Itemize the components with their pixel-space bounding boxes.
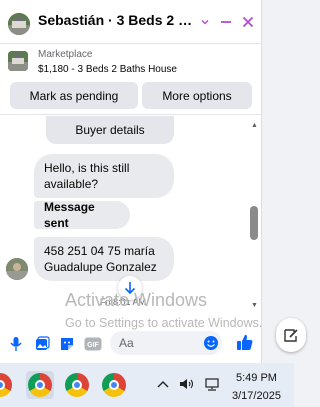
listing-thumbnail (8, 51, 28, 71)
minimize-icon[interactable] (217, 12, 235, 32)
messages-scrollbar[interactable]: ▲ ▼ (247, 118, 262, 314)
close-icon[interactable] (239, 12, 257, 32)
microphone-icon[interactable] (7, 335, 25, 353)
network-icon[interactable] (204, 378, 220, 394)
clock-time[interactable]: 5:49 PM (236, 372, 277, 384)
buyer-details-button[interactable]: Buyer details (46, 116, 174, 144)
clock-date[interactable]: 3/17/2025 (232, 390, 281, 402)
sender-avatar (6, 258, 28, 280)
gif-icon[interactable]: GIF (84, 335, 102, 353)
taskbar-chrome-app[interactable] (100, 371, 128, 399)
show-hidden-icons-icon[interactable] (157, 378, 169, 392)
divider (0, 114, 262, 115)
more-options-button[interactable]: More options (142, 82, 252, 109)
chat-header[interactable]: Sebastián · 3 Beds 2 Baths ... (0, 0, 262, 44)
sticker-icon[interactable] (58, 335, 76, 353)
activation-watermark-title: Activate Windows (65, 290, 208, 310)
emoji-icon[interactable] (202, 334, 220, 352)
message-bubble: Hello, is this still available? (34, 154, 174, 198)
mark-as-pending-button[interactable]: Mark as pending (10, 82, 138, 109)
listing-source: Marketplace (38, 49, 93, 60)
taskbar-chrome-app[interactable] (0, 371, 14, 399)
taskbar-chrome-app[interactable] (63, 371, 91, 399)
new-message-icon[interactable] (276, 318, 306, 352)
svg-text:GIF: GIF (87, 342, 99, 349)
chevron-down-icon[interactable] (196, 12, 214, 32)
contact-avatar[interactable] (8, 13, 30, 35)
scrollbar-thumb[interactable] (250, 206, 258, 240)
listing-title: $1,180 - 3 Beds 2 Baths House (38, 64, 177, 75)
volume-icon[interactable] (179, 378, 195, 393)
scroll-down-arrow[interactable]: ▼ (251, 302, 258, 309)
taskbar-chrome-app[interactable] (26, 371, 54, 399)
activation-watermark-subtitle: Go to Settings to activate Windows. (65, 316, 263, 330)
like-icon[interactable] (236, 333, 254, 351)
scroll-up-arrow[interactable]: ▲ (251, 122, 258, 129)
screen: Sebastián · 3 Beds 2 Baths ... Marketpla… (0, 0, 306, 407)
message-bubble: 458 251 04 75 maría Guadalupe Gonzalez (34, 237, 174, 281)
chat-title[interactable]: Sebastián · 3 Beds 2 Baths ... (38, 12, 193, 28)
message-bubble: Message sent (34, 200, 130, 230)
photo-icon[interactable] (33, 335, 51, 353)
